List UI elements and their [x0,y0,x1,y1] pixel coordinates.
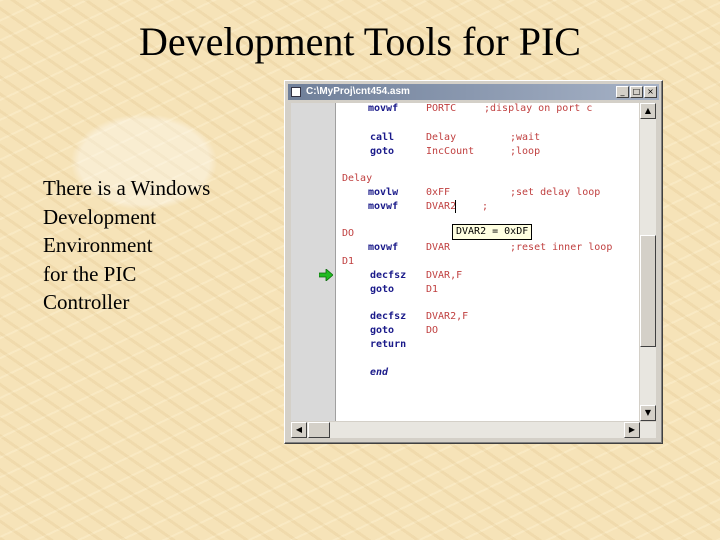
code-label: DO [342,228,355,239]
body-line: for the PIC [43,261,137,286]
text-cursor [455,200,456,213]
variable-tooltip: DVAR2 = 0xDF [452,224,533,240]
slide-body-text: There is a Windows Development Environme… [43,174,258,317]
code-line: return [370,339,407,350]
code-label: Delay [342,173,373,184]
vertical-scrollbar[interactable]: ▲ ▼ [640,103,656,421]
code-line: decfsz [370,270,407,281]
code-comment: ;wait [510,132,541,143]
scroll-up-button[interactable]: ▲ [640,103,656,119]
green-arrow-icon [319,269,333,281]
code-operand: Delay [426,132,457,143]
code-editor[interactable]: movwf PORTC ;display on port c call Dela… [336,103,639,421]
minimize-button[interactable]: _ [616,86,629,98]
code-label: D1 [342,256,355,267]
editor-window[interactable]: C:\MyProj\cnt454.asm _ □ × movwf PORTC ;… [284,80,663,444]
code-operand: 0xFF [426,187,451,198]
window-titlebar[interactable]: C:\MyProj\cnt454.asm _ □ × [288,84,659,100]
code-operand: PORTC [426,103,457,114]
code-line: movwf [368,201,399,212]
code-operand: DO [426,325,439,336]
vertical-scroll-thumb[interactable] [640,235,656,347]
code-operand: DVAR2,F [426,311,469,322]
code-line: end [370,367,389,378]
code-operand: D1 [426,284,439,295]
code-operand: DVAR2 [426,201,457,212]
code-line: call [370,132,395,143]
code-comment: ;reset inner loop [510,242,613,253]
code-operand: IncCount [426,146,475,157]
code-comment: ;set delay loop [510,187,601,198]
code-operand: DVAR,F [426,270,463,281]
body-line: There is a Windows [43,176,211,200]
code-operand: DVAR [426,242,451,253]
maximize-button[interactable]: □ [630,86,643,98]
code-line: movwf [368,103,399,114]
scroll-down-button[interactable]: ▼ [640,405,656,421]
horizontal-scroll-thumb[interactable] [308,422,330,438]
slide-title: Development Tools for PIC [139,19,581,64]
body-line: Controller [43,290,130,314]
code-line: goto [370,146,395,157]
code-line: goto [370,325,395,336]
document-icon [291,87,301,97]
body-line: Development [43,204,157,229]
code-line: movwf [368,242,399,253]
code-comment: ;loop [510,146,541,157]
scroll-right-button[interactable]: ▶ [624,422,640,438]
code-comment: ;display on port c [484,103,593,114]
scroll-left-button[interactable]: ◀ [291,422,307,438]
code-line: decfsz [370,311,407,322]
window-title: C:\MyProj\cnt454.asm [306,86,410,97]
body-line: Environment [43,233,153,257]
code-comment: ; [482,201,489,212]
horizontal-scrollbar[interactable]: ◀ ▶ [291,422,656,438]
editor-gutter[interactable] [291,103,336,421]
close-button[interactable]: × [644,86,657,98]
code-line: goto [370,284,395,295]
code-line: movlw [368,187,399,198]
